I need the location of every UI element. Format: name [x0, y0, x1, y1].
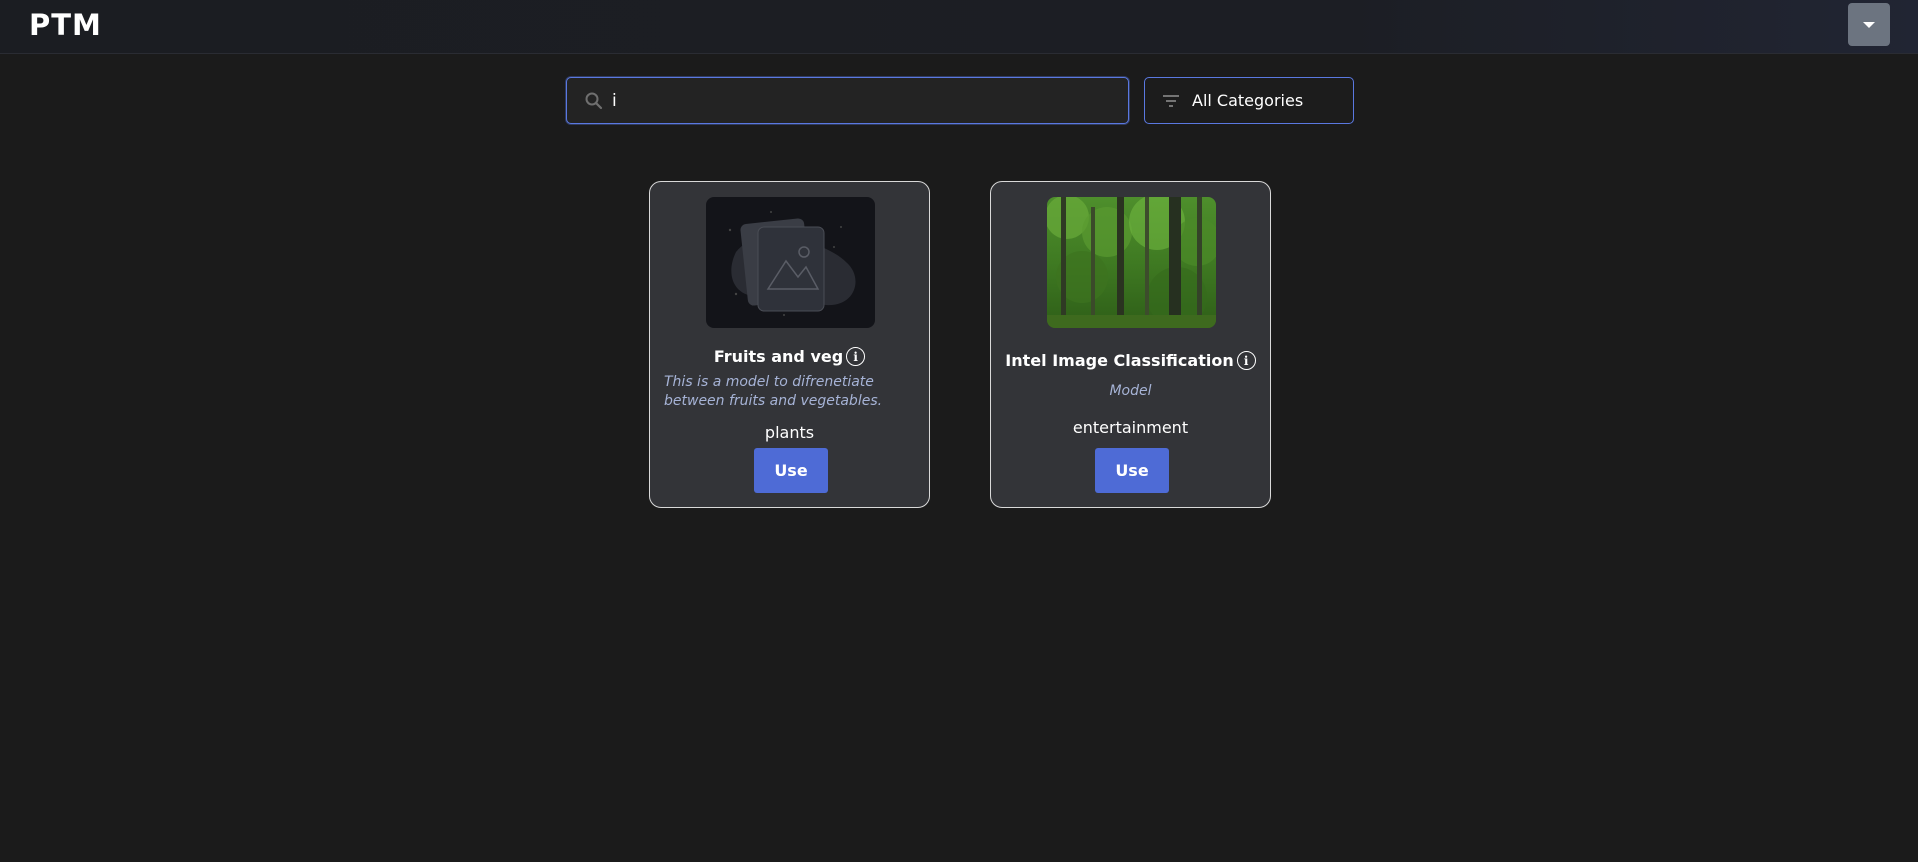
top-navbar: PTM — [0, 0, 1918, 54]
search-box[interactable] — [566, 77, 1129, 124]
card-description: Model — [1109, 383, 1152, 399]
user-menu-button[interactable] — [1848, 3, 1890, 46]
card-title: Intel Image Classification — [1005, 351, 1234, 370]
app-logo[interactable]: PTM — [29, 8, 102, 42]
forest-photo — [1047, 197, 1216, 328]
model-card: Intel Image Classification i Model enter… — [990, 181, 1271, 508]
info-icon[interactable]: i — [846, 347, 866, 366]
card-title: Fruits and veg — [713, 347, 844, 366]
filter-icon — [1163, 94, 1179, 107]
info-icon[interactable]: i — [1236, 351, 1256, 370]
search-input[interactable] — [612, 84, 1112, 117]
placeholder-image — [706, 197, 875, 328]
card-title-row: Fruits and veg i — [650, 347, 929, 366]
caret-down-icon — [1863, 21, 1875, 28]
use-button[interactable]: Use — [1095, 448, 1169, 493]
category-filter-select[interactable]: All Categories — [1144, 77, 1354, 124]
card-category: entertainment — [1072, 418, 1189, 437]
use-button[interactable]: Use — [754, 448, 828, 493]
card-title-row: Intel Image Classification i — [991, 351, 1270, 370]
card-description: This is a model to difrenetiate between … — [664, 374, 883, 409]
category-filter-label: All Categories — [1192, 91, 1304, 110]
search-icon — [585, 92, 603, 110]
card-category: plants — [764, 423, 815, 442]
model-card: Fruits and veg i This is a model to difr… — [649, 181, 930, 508]
